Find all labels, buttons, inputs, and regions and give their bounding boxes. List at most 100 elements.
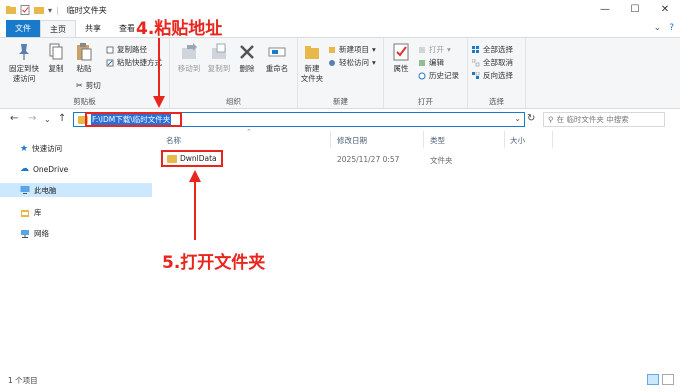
open-icon	[419, 46, 425, 53]
pin-quick-access-button[interactable]: 固定到快 速访问	[6, 42, 42, 84]
address-dropdown-icon[interactable]: ⌄	[514, 114, 521, 123]
back-arrow-icon[interactable]: ←	[10, 113, 18, 124]
forward-arrow-icon[interactable]: →	[28, 113, 36, 124]
properties-button[interactable]: 属性	[388, 42, 414, 74]
window-controls: — ☐ ✕	[590, 0, 680, 20]
column-divider[interactable]	[330, 131, 331, 148]
edit-button[interactable]: 编辑	[418, 57, 444, 68]
clipboard-group: 固定到快 速访问 复制 粘贴 复制路径 粘贴快捷方式 ✂ 剪切 剪贴板	[0, 38, 170, 108]
collapse-ribbon-icon[interactable]: ⌄	[654, 23, 662, 33]
help-icon[interactable]: ?	[669, 23, 674, 33]
column-divider[interactable]	[504, 131, 505, 148]
organize-group: 移动到 复制到 删除 重命名 组织	[170, 38, 298, 108]
open-dropdown-icon: ▾	[447, 45, 451, 54]
history-icon	[418, 72, 426, 79]
tab-home[interactable]: 主页	[40, 20, 76, 38]
tab-share[interactable]: 共享	[76, 20, 110, 38]
sidebar-item-libraries[interactable]: 库	[20, 207, 42, 218]
column-header-size[interactable]: 大小	[510, 135, 525, 146]
address-highlight-box	[85, 112, 182, 127]
minimize-button[interactable]: —	[590, 0, 620, 20]
tab-file[interactable]: 文件	[6, 20, 40, 38]
copy-icon	[49, 43, 63, 60]
refresh-icon[interactable]: ↻	[527, 113, 535, 124]
recent-locations-icon[interactable]: ⌄	[44, 115, 51, 124]
move-to-button[interactable]: 移动到	[176, 42, 202, 74]
close-button[interactable]: ✕	[650, 0, 680, 20]
table-row[interactable]: DwnlData	[161, 150, 223, 167]
computer-icon	[20, 186, 30, 194]
open-button[interactable]: 打开 ▾	[418, 44, 451, 55]
network-icon	[21, 229, 29, 238]
file-name: DwnlData	[180, 154, 217, 163]
clipboard-group-label: 剪贴板	[73, 97, 96, 106]
new-item-button[interactable]: 新建项目 ▾	[328, 44, 376, 55]
easy-access-dropdown-icon: ▾	[372, 58, 376, 67]
edit-icon	[419, 59, 425, 66]
quick-access-toolbar: ▾ |	[0, 0, 59, 20]
column-divider[interactable]	[423, 131, 424, 148]
qa-dropdown-icon[interactable]: ▾	[48, 6, 52, 15]
folder-icon	[6, 6, 16, 14]
paste-icon	[77, 43, 92, 61]
easy-access-icon	[329, 59, 335, 66]
properties-check-icon[interactable]	[20, 5, 30, 15]
select-none-button[interactable]: 全部取消	[472, 57, 513, 68]
properties-icon	[393, 43, 409, 61]
scissors-icon: ✂	[76, 81, 83, 90]
paste-shortcut-icon	[106, 59, 114, 66]
up-arrow-icon[interactable]: ↑	[58, 113, 66, 124]
delete-button[interactable]: 删除	[236, 42, 258, 74]
file-date: 2025/11/27 0:57	[337, 155, 400, 164]
invert-selection-button[interactable]: 反向选择	[472, 70, 513, 81]
step4-arrow-line	[158, 38, 160, 98]
sidebar-item-network[interactable]: 网络	[20, 228, 49, 239]
rename-button[interactable]: 重命名	[262, 42, 292, 74]
organize-group-label: 组织	[226, 97, 241, 106]
ribbon-tabs: 文件 主页 共享 查看 ⌄ ?	[0, 20, 680, 38]
copy-path-button[interactable]: 复制路径	[106, 44, 147, 55]
copy-path-icon	[106, 46, 114, 53]
copy-to-button[interactable]: 复制到	[206, 42, 232, 74]
select-group-label: 选择	[489, 97, 504, 106]
select-none-icon	[472, 58, 480, 66]
search-icon: ⚲	[548, 115, 554, 124]
maximize-button[interactable]: ☐	[620, 0, 650, 20]
sidebar-item-quick-access[interactable]: ★ 快速访问	[20, 143, 62, 154]
column-header-type[interactable]: 类型	[430, 135, 445, 146]
cut-button[interactable]: ✂ 剪切	[76, 80, 101, 91]
sidebar-item-this-pc[interactable]: 此电脑	[0, 183, 152, 197]
new-folder-button[interactable]: 新建 文件夹	[298, 42, 326, 84]
column-header-name[interactable]: 名称	[166, 135, 181, 146]
paste-shortcut-button[interactable]: 粘贴快捷方式	[106, 57, 162, 68]
new-item-dropdown-icon: ▾	[372, 45, 376, 54]
open-group-label: 打开	[418, 97, 433, 106]
step5-arrow-head	[189, 170, 201, 182]
folder-icon	[167, 154, 177, 163]
navigation-pane: ★ 快速访问 ☁ OneDrive 此电脑 库 网络	[0, 131, 152, 369]
open-group: 属性 打开 ▾ 编辑 历史记录 打开	[384, 38, 468, 108]
pin-icon	[19, 44, 29, 60]
select-all-button[interactable]: 全部选择	[472, 44, 513, 55]
search-placeholder: 在 临时文件夹 中搜索	[556, 115, 629, 124]
copy-button[interactable]: 复制	[44, 42, 68, 74]
title-divider: |	[56, 5, 59, 15]
copy-to-icon	[212, 43, 226, 59]
search-box[interactable]: ⚲ 在 临时文件夹 中搜索	[543, 112, 665, 127]
invert-selection-icon	[472, 71, 480, 79]
paste-button[interactable]: 粘贴	[70, 42, 98, 74]
large-icons-view-icon[interactable]	[662, 374, 674, 385]
new-item-icon	[329, 46, 335, 53]
step5-annotation: 5.打开文件夹	[162, 253, 266, 273]
column-divider[interactable]	[552, 131, 553, 148]
item-count: 1 个项目	[8, 376, 38, 385]
new-folder-quick-icon[interactable]	[34, 5, 44, 15]
star-icon: ★	[20, 143, 29, 154]
sort-chevron-icon: ⌃	[246, 128, 252, 136]
history-button[interactable]: 历史记录	[418, 70, 459, 81]
details-view-icon[interactable]	[647, 374, 659, 385]
select-all-icon	[472, 45, 479, 53]
sidebar-item-onedrive[interactable]: ☁ OneDrive	[20, 164, 68, 174]
easy-access-button[interactable]: 轻松访问 ▾	[328, 57, 376, 68]
column-header-date[interactable]: 修改日期	[337, 135, 367, 146]
